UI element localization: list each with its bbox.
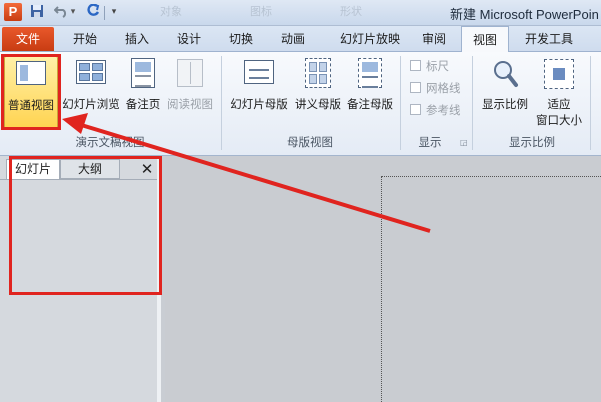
annotation-arrow: [62, 113, 431, 233]
